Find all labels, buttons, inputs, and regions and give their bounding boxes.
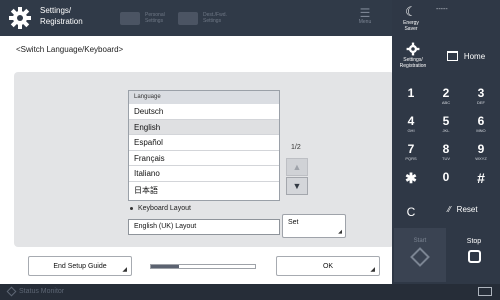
screen-title: Settings/ Registration [40,6,83,26]
menu-label: Menu [358,19,372,25]
star-icon: ✱ [405,170,417,186]
ok-button-label: OK [322,262,334,270]
key-5-digit: 5 [442,114,450,128]
key-8-letters: TUV [442,156,450,161]
key-4[interactable]: 4 GHI [394,108,428,136]
dest-fwd-settings-tab: Dest./Fwd. Settings [178,4,227,32]
language-item[interactable]: Italiano [129,166,279,182]
key-hash[interactable]: # [464,164,498,192]
energy-saver-button[interactable]: ☾ Energy Saver [396,2,426,36]
language-list[interactable]: Language Deutsch English Español Françai… [128,90,280,201]
gear-icon [406,42,420,56]
corner-arrow-icon: ◢ [338,229,342,235]
reset-key[interactable]: ⁄⁄ Reset [448,205,478,214]
hash-icon: # [477,170,485,186]
personal-settings-icon [120,11,140,25]
reset-icon: ⁄⁄ [448,205,451,214]
key-5[interactable]: 5 JKL [429,108,463,136]
key-8-digit: 8 [442,142,450,156]
dest-fwd-settings-label: Dest./Fwd. Settings [203,12,227,24]
status-monitor-label: Status Monitor [19,288,65,295]
key-3-letters: DEF [477,100,485,105]
personal-settings-label: Personal Settings [145,12,165,24]
key-7[interactable]: 7 PQRS [394,136,428,164]
start-icon [410,247,430,267]
scroll-up-button[interactable]: ▲ [286,158,308,176]
key-2-letters: ABC [441,100,451,105]
ok-button[interactable]: OK ◢ [276,256,380,276]
settings-registration-label: Settings/ Registration [399,57,427,69]
status-monitor-icon [6,286,17,297]
personal-settings-tab: Personal Settings [120,4,165,32]
language-item-selected[interactable]: English [129,119,279,135]
key-1[interactable]: 1 [394,80,428,108]
triangle-up-icon: ▲ [292,162,302,172]
key-6-digit: 6 [477,114,485,128]
key-7-digit: 7 [407,142,415,156]
settings-registration-key[interactable]: Settings/ Registration [396,40,430,74]
key-2[interactable]: 2 ABC [429,80,463,108]
energy-saver-label: Energy Saver [403,20,419,32]
key-4-letters: GHI [407,128,415,133]
start-key[interactable]: Start [394,228,446,282]
key-5-letters: JKL [442,128,450,133]
settings-gear-icon [8,6,32,30]
moon-icon: ☾ [405,4,417,19]
set-button[interactable]: Set ◢ [282,214,346,238]
keypad-panel: ☾ Energy Saver ----- Settings/ Registrat… [392,0,500,284]
page-title: <Switch Language/Keyboard> [16,45,124,54]
home-icon [446,51,458,61]
key-3[interactable]: 3 DEF [464,80,498,108]
key-9-digit: 9 [477,142,485,156]
language-item[interactable]: Deutsch [129,104,279,120]
key-6-letters: MNO [476,128,486,133]
language-item[interactable]: Español [129,135,279,151]
reset-label: Reset [456,205,478,214]
key-star[interactable]: ✱ [394,164,428,192]
clear-key[interactable]: C [396,205,426,219]
key-3-digit: 3 [477,86,485,100]
key-0[interactable]: 0 [429,164,463,192]
key-7-letters: PQRS [405,156,417,161]
setup-progress-fill [151,265,180,268]
key-8[interactable]: 8 TUV [429,136,463,164]
counter-display: ----- [436,6,448,13]
menu-button[interactable]: ☰ Menu [352,7,378,25]
bullet-icon [130,206,133,210]
menu-icon: ☰ [359,6,371,20]
end-setup-guide-button[interactable]: End Setup Guide ◢ [28,256,132,276]
status-bar: Status Monitor [0,284,500,300]
home-label: Home [463,51,486,61]
memory-media-icon [478,287,492,296]
language-item[interactable]: Français [129,151,279,166]
stop-key[interactable]: Stop [450,228,498,282]
page-counter: 1/2 [291,144,301,151]
set-button-label: Set [288,219,299,226]
key-9[interactable]: 9 WXYZ [464,136,498,164]
key-2-digit: 2 [442,86,450,100]
triangle-down-icon: ▼ [292,181,302,191]
key-1-digit: 1 [407,86,415,100]
keyboard-layout-label: Keyboard Layout [130,205,191,212]
dest-fwd-settings-icon [178,11,198,25]
stop-label: Stop [466,238,482,245]
language-item[interactable]: 日本語 [129,182,279,198]
end-setup-guide-label: End Setup Guide [53,262,107,270]
language-list-header: Language [129,91,279,104]
top-bar: Settings/ Registration Personal Settings… [0,0,392,36]
corner-arrow-icon: ◢ [122,267,127,273]
home-key[interactable]: Home [436,44,496,68]
key-9-letters: WXYZ [475,156,487,161]
scroll-down-button[interactable]: ▼ [286,177,308,195]
status-monitor-button[interactable]: Status Monitor [6,286,65,297]
setup-progress-bar [150,264,256,269]
key-6[interactable]: 6 MNO [464,108,498,136]
key-0-digit: 0 [442,170,450,184]
keyboard-layout-label-text: Keyboard Layout [138,205,191,212]
stop-icon [467,250,481,263]
keyboard-layout-value: English (UK) Layout [128,219,280,235]
key-4-digit: 4 [407,114,415,128]
start-label: Start [413,238,427,244]
corner-arrow-icon: ◢ [370,267,375,273]
